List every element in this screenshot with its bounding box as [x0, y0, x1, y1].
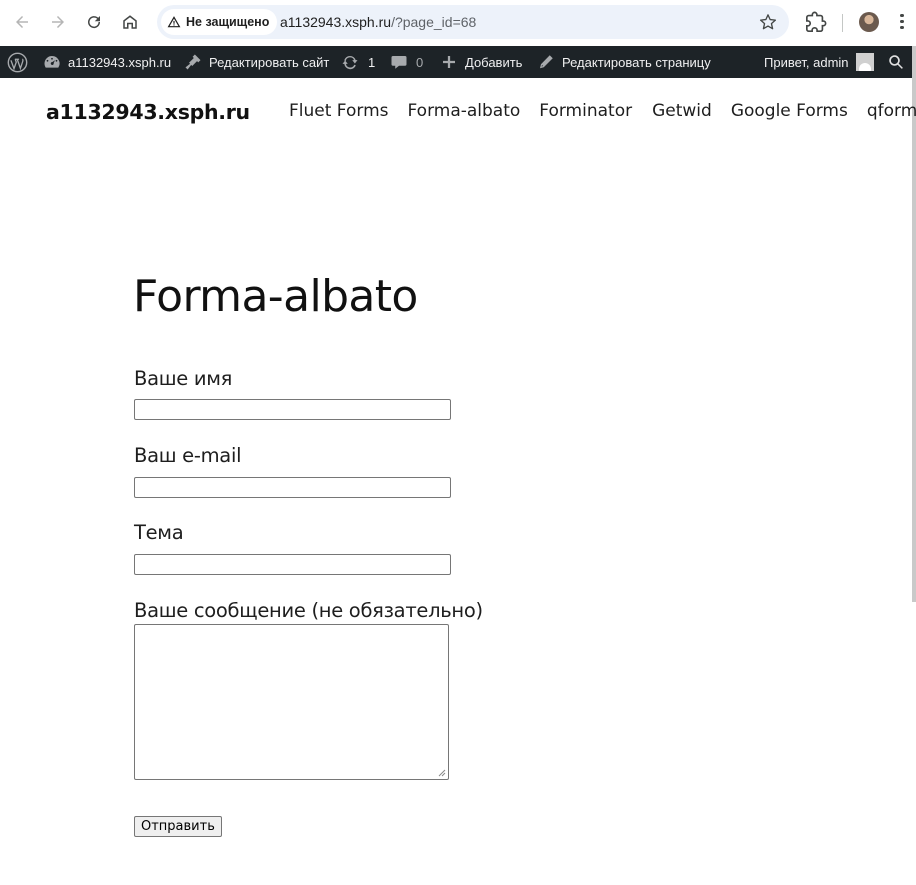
forward-button[interactable] [47, 11, 69, 33]
wp-admin-bar: a1132943.xsph.ru Редактировать сайт 1 0 … [0, 46, 912, 78]
plus-icon [443, 56, 455, 68]
customize-menu[interactable]: Редактировать сайт [184, 46, 329, 78]
email-input[interactable] [134, 477, 451, 498]
back-button[interactable] [11, 11, 33, 33]
site-title[interactable]: a1132943.xsph.ru [46, 100, 250, 124]
nav-item-google-forms[interactable]: Google Forms [731, 101, 848, 121]
wp-logo-menu[interactable] [7, 46, 28, 78]
nav-item-qform[interactable]: qform [867, 101, 916, 121]
site-name-menu[interactable]: a1132943.xsph.ru [43, 46, 171, 78]
updates-menu[interactable]: 1 [341, 46, 375, 78]
browser-menu-icon[interactable] [896, 12, 908, 34]
profile-avatar[interactable] [859, 12, 879, 32]
bookmark-star-icon[interactable] [759, 13, 777, 31]
edit-page-label: Редактировать страницу [562, 54, 711, 70]
subject-label: Тема [134, 521, 184, 544]
url-text[interactable]: a1132943.xsph.ru/?page_id=68 [280, 14, 476, 30]
message-textarea[interactable] [134, 624, 449, 780]
url-host: a1132943.xsph.ru [280, 14, 392, 30]
comments-menu[interactable]: 0 [390, 46, 423, 78]
paintbrush-icon [185, 54, 201, 70]
dashboard-gauge-icon [44, 55, 60, 68]
reload-icon [88, 16, 101, 29]
submit-button[interactable]: Отправить [134, 816, 222, 837]
nav-item-forma-albato[interactable]: Forma-albato [408, 101, 521, 121]
forward-arrow-icon [52, 16, 64, 28]
subject-input[interactable] [134, 554, 451, 575]
security-label: Не защищено [186, 15, 270, 29]
email-label: Ваш e-mail [134, 444, 242, 467]
url-path: /?page_id=68 [391, 14, 477, 30]
warning-triangle-icon [167, 16, 181, 28]
comments-count: 0 [416, 54, 424, 70]
my-account-menu[interactable]: Привет, admin [764, 46, 874, 78]
primary-navigation: Fluet Forms Forma-albato Forminator Getw… [289, 101, 916, 121]
address-bar[interactable]: Не защищено a1132943.xsph.ru/?page_id=68 [157, 5, 789, 39]
search-icon [889, 55, 903, 69]
edit-page-menu[interactable]: Редактировать страницу [537, 46, 711, 78]
pencil-icon [540, 55, 553, 69]
nav-item-forminator[interactable]: Forminator [539, 101, 632, 121]
extensions-puzzle-icon[interactable] [805, 11, 827, 33]
comment-bubble-icon [391, 56, 407, 69]
reload-button[interactable] [83, 11, 105, 33]
admin-search[interactable] [887, 46, 905, 78]
back-arrow-icon [16, 16, 28, 28]
browser-toolbar: Не защищено a1132943.xsph.ru/?page_id=68 [0, 0, 916, 46]
new-content-label: Добавить [465, 54, 523, 70]
name-label: Ваше имя [134, 367, 233, 390]
admin-avatar [855, 53, 874, 71]
updates-icon [342, 55, 358, 70]
wordpress-logo-icon [7, 52, 28, 72]
nav-item-fluet-forms[interactable]: Fluet Forms [289, 101, 389, 121]
scrollbar[interactable] [912, 46, 916, 602]
admin-site-name: a1132943.xsph.ru [68, 54, 172, 70]
resize-grip-icon[interactable] [438, 769, 446, 777]
home-button[interactable] [119, 11, 141, 33]
greeting-label: Привет, admin [764, 54, 849, 70]
nav-item-getwid[interactable]: Getwid [652, 101, 712, 121]
updates-count: 1 [368, 54, 376, 70]
customize-label: Редактировать сайт [209, 54, 330, 70]
toolbar-separator [842, 14, 843, 32]
message-label: Ваше сообщение (не обязательно) [134, 599, 483, 622]
home-icon [123, 15, 137, 29]
page-title: Forma-albato [133, 271, 418, 322]
name-input[interactable] [134, 399, 451, 420]
new-content-menu[interactable]: Добавить [440, 46, 522, 78]
security-chip[interactable]: Не защищено [161, 9, 278, 35]
